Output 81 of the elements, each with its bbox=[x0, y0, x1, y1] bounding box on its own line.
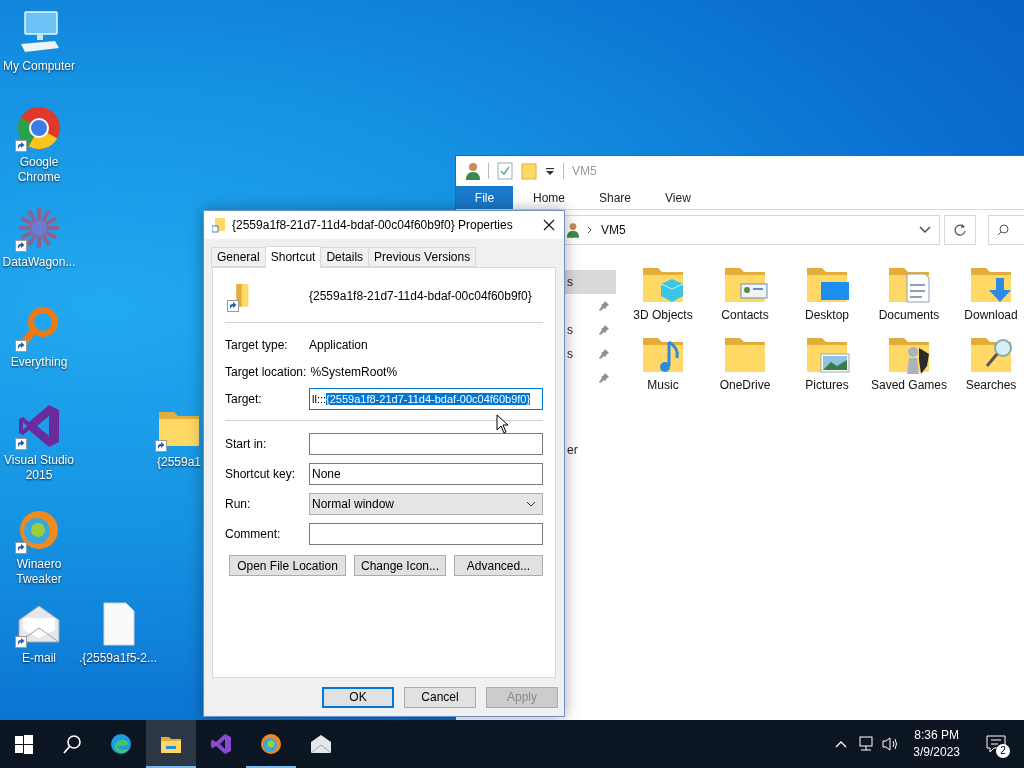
nav-item-label[interactable]: er bbox=[567, 443, 578, 457]
close-icon bbox=[543, 219, 555, 231]
desktop-icon-label: .{2559a1f5-2... bbox=[78, 651, 158, 666]
input-field[interactable] bbox=[309, 433, 543, 455]
field-value: %SystemRoot% bbox=[310, 364, 398, 379]
swirl-icon bbox=[260, 733, 282, 755]
folder-label[interactable]: 3D Objects bbox=[633, 308, 693, 323]
desktop-icon-label: My Computer bbox=[3, 59, 75, 74]
browser-icon[interactable] bbox=[15, 104, 63, 152]
shortcut-name: {2559a1f8-21d7-11d4-bdaf-00c04f60b9f0} bbox=[309, 289, 532, 303]
dialog-title: {2559a1f8-21d7-11d4-bdaf-00c04f60b9f0} Properties bbox=[232, 218, 514, 232]
window-title: VM5 bbox=[572, 164, 597, 178]
field-label: Target: bbox=[225, 391, 263, 406]
desktop-icon-label: Google Chrome bbox=[16, 155, 62, 185]
folder-label[interactable]: OneDrive bbox=[719, 378, 771, 393]
folder-label[interactable]: Documents bbox=[878, 308, 940, 323]
clock[interactable]: 8:36 PM 3/9/2023 bbox=[905, 727, 968, 761]
notifications-button[interactable]: 2 bbox=[974, 720, 1018, 768]
browser-icon bbox=[110, 733, 132, 755]
file-menu-button[interactable]: File bbox=[456, 186, 513, 209]
desktop-icon-label: Winaero Tweaker bbox=[15, 557, 63, 587]
caret-icon[interactable] bbox=[545, 166, 555, 176]
tab[interactable]: General bbox=[211, 247, 266, 267]
nav-item-label[interactable]: s bbox=[567, 347, 573, 361]
desktop-icon-label: Everything bbox=[10, 355, 68, 370]
action-button[interactable]: Advanced... bbox=[454, 555, 543, 576]
desktop-icon-label: Visual Studio 2015 bbox=[3, 453, 75, 483]
tab[interactable]: Previous Versions bbox=[368, 247, 477, 267]
desktop-icon-label: {2559a1 bbox=[156, 455, 202, 470]
folder-label[interactable]: Music bbox=[647, 378, 679, 393]
folder-label[interactable]: Saved Games bbox=[870, 378, 947, 393]
desktop-icon-label: DataWagon... bbox=[2, 255, 76, 270]
nav-item-label[interactable]: s bbox=[567, 275, 573, 289]
desktop-icon-label: E-mail bbox=[22, 651, 56, 666]
field-label: Start in: bbox=[225, 437, 268, 451]
speaker-icon[interactable] bbox=[881, 736, 900, 752]
chevron-down-icon bbox=[526, 501, 536, 507]
windows-logo-icon bbox=[13, 733, 35, 755]
refresh-icon bbox=[953, 223, 967, 237]
taskbar-button[interactable] bbox=[146, 720, 196, 768]
input-field[interactable]: None bbox=[309, 463, 543, 485]
address-path: VM5 bbox=[601, 223, 627, 237]
envelope-icon bbox=[310, 733, 332, 755]
message-icon bbox=[986, 735, 1006, 753]
dialog-button[interactable]: Cancel bbox=[404, 686, 476, 708]
folder-label[interactable]: Searches bbox=[965, 378, 1017, 393]
field-value: Application bbox=[309, 337, 368, 352]
ribbon-tab[interactable]: Home bbox=[519, 186, 579, 209]
input-field[interactable] bbox=[309, 523, 543, 545]
checklist-icon[interactable] bbox=[497, 162, 513, 180]
field-label: Target type: bbox=[225, 337, 289, 352]
ribbon-tab[interactable]: View bbox=[651, 186, 705, 209]
tab[interactable]: Details bbox=[320, 247, 370, 267]
field-label: Shortcut key: bbox=[225, 467, 297, 481]
folder-label[interactable]: Desktop bbox=[805, 308, 849, 323]
folder-label[interactable]: Pictures bbox=[805, 378, 849, 393]
field-label: Run: bbox=[225, 497, 252, 511]
action-button[interactable]: Open File Location bbox=[229, 555, 346, 576]
nav-item-label[interactable]: s bbox=[567, 323, 573, 337]
ribbon-tab[interactable]: Share bbox=[585, 186, 646, 209]
refresh-button[interactable] bbox=[944, 215, 976, 245]
folder-label[interactable]: Contacts bbox=[721, 308, 769, 323]
search-icon bbox=[61, 733, 83, 755]
run-dropdown[interactable]: Normal window bbox=[309, 493, 543, 515]
user-icon bbox=[567, 222, 579, 238]
search-icon bbox=[997, 224, 1009, 236]
field-label: Target location: bbox=[225, 364, 307, 379]
field-label: Comment: bbox=[225, 527, 282, 541]
folder-label[interactable]: Download bbox=[964, 308, 1018, 323]
notification-count: 2 bbox=[996, 744, 1010, 758]
chevron-down-icon[interactable] bbox=[919, 226, 931, 234]
user-icon[interactable] bbox=[466, 162, 480, 180]
network-icon[interactable] bbox=[857, 736, 876, 752]
mouse-pointer-icon bbox=[496, 414, 510, 434]
chevron-up-icon bbox=[835, 740, 848, 748]
tab[interactable]: Shortcut bbox=[264, 246, 322, 268]
chevron-right-icon bbox=[587, 226, 593, 234]
action-button[interactable]: Change Icon... bbox=[354, 555, 446, 576]
folder-shortcut-icon bbox=[212, 217, 226, 233]
dialog-button[interactable]: OK bbox=[322, 686, 394, 708]
app-logo-icon bbox=[210, 733, 232, 755]
